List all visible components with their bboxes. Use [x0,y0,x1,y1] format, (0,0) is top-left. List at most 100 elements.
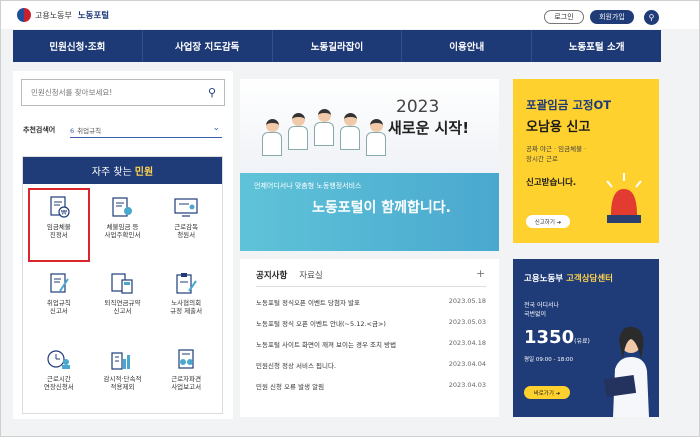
left-panel: 민원신청서를 찾아보세요! ⚲ 추천검색어 6 취업규칙 ⌄ 자주 찾는 민원 ₩… [13,71,233,419]
call-center-title: 고용노동부 고객상담센터 [524,272,613,284]
notice-date: 2023.05.18 [448,297,486,305]
promo-ot-desc: 공짜 야근 · 임금체불 · 장시간 근로 [526,145,586,165]
call-center-number: 1350(유료) [524,327,590,348]
service-labor-council-rules[interactable]: 노사협의회 규정 제출서 [154,263,218,339]
service-dispatch-report[interactable]: 근로자파견 사업보고서 [154,339,218,415]
banner-subtitle: 언제어디서나 맞춤형 노동행정서비스 [254,182,362,190]
phone-number: 1350 [524,327,575,348]
service-label: 근로감독 청원서 [174,223,199,240]
notice-title[interactable]: 노동포털 정식 오픈 이벤트 안내(~5.12.<금>) [256,318,386,339]
recommend-rank: 6 [70,127,75,135]
service-label: 노사협의회 규정 제출서 [170,299,203,316]
service-work-rules-report[interactable]: 취업규칙 신고서 [27,263,91,339]
nav-item-civil-petition[interactable]: 민원신청·조회 [13,30,143,62]
search-icon[interactable]: ⚲ [208,86,216,99]
call-center-title-highlight: 고객상담센터 [566,274,613,284]
document-coin-icon: ₩ [50,196,70,218]
service-label: 근로시간 연장신청서 [43,375,74,392]
notice-date: 2023.04.04 [448,360,486,368]
notice-row[interactable]: 민원 신청 오류 발생 알림 2023.04.03 [256,381,486,402]
search-placeholder: 민원신청서를 찾아보세요! [31,88,113,97]
service-label: 감시적·단속적 적용제외 [103,375,142,392]
service-employer-confirmation[interactable]: 체불임금 등 사업주확인서 [91,187,155,263]
staff-illustration [288,113,308,155]
nav-item-portal-intro[interactable]: 노동포털 소개 [532,30,661,62]
notice-date: 2023.04.03 [448,381,486,389]
call-center-desc2: 국번없이 [524,311,547,318]
call-center-desc: 전국 어디서나 국번없이 [524,301,559,319]
phone-number-suffix: (유료) [574,338,590,345]
pencil-document-icon [50,273,69,293]
frequent-services: 자주 찾는 민원 ₩ 임금체불 진정서 체불임금 등 사업주확인서 근로감독 청… [22,156,223,414]
frequent-title-highlight: 민원 [134,167,154,178]
notice-row[interactable]: 민원신청 정상 서비스 됩니다. 2023.04.04 [256,360,486,381]
go-to-button[interactable]: 바로가기 ➔ [524,386,570,399]
clock-person-icon [47,350,70,369]
nav-item-labor-guide[interactable]: 노동길라잡이 [273,30,403,62]
service-surveillance-exemption[interactable]: 감시적·단속적 적용제외 [91,339,155,415]
notice-title[interactable]: 노동포털 사이트 화면이 깨져 보이는 경우 조치 방법 [256,339,396,360]
service-label: 체불임금 등 사업주확인서 [104,223,141,240]
chevron-down-icon[interactable]: ⌄ [212,123,220,133]
page: 고용노동부 노동포털 로그인 회원가입 ⚲ 민원신청·조회 사업장 지도감독 노… [0,0,700,437]
notice-title[interactable]: 노동포털 정식오픈 이벤트 당첨자 발표 [256,297,360,318]
service-label: 근로자파견 사업보고서 [171,375,202,392]
clipboard-pen-icon [176,273,197,294]
service-overtime-extension[interactable]: 근로시간 연장신청서 [27,339,91,415]
call-center-hours: 평일 09:00 - 18:00 [524,357,574,363]
tab-notice[interactable]: 공지사항 [256,269,287,281]
recommend-label: 추천검색어 [23,126,56,134]
service-label: 임금체불 진정서 [46,223,71,240]
notice-row[interactable]: 노동포털 정식 오픈 이벤트 안내(~5.12.<금>) 2023.05.03 [256,318,486,339]
staff-illustration [262,119,282,161]
call-center-promo[interactable]: 고용노동부 고객상담센터 전국 어디서나 국번없이 1350(유료) 평일 09… [513,259,659,417]
siren-icon [606,173,642,223]
main-nav: 민원신청·조회 사업장 지도감독 노동길라잡이 이용안내 노동포털 소개 [13,30,661,62]
overtime-report-promo[interactable]: 포괄임금 고정OT 오남용 신고 공짜 야근 · 임금체불 · 장시간 근로 신… [513,79,659,243]
notice-date: 2023.05.03 [448,318,486,326]
call-center-title-prefix: 고용노동부 [524,274,564,284]
frequent-grid: ₩ 임금체불 진정서 체불임금 등 사업주확인서 근로감독 청원서 취업규칙 신… [23,184,222,418]
government-emblem-icon [17,8,31,22]
search-icon[interactable]: ⚲ [644,10,659,25]
monitor-icon [174,198,198,217]
recommend-keyword-select[interactable]: 6 취업규칙 ⌄ [70,123,222,138]
service-labor-inspection-petition[interactable]: 근로감독 청원서 [154,187,218,263]
promo-ot-desc2: 장시간 근로 [526,154,558,163]
calculator-document-icon [111,273,134,294]
service-wage-arrears[interactable]: ₩ 임금체불 진정서 [27,187,91,263]
notice-row[interactable]: 노동포털 사이트 화면이 깨져 보이는 경우 조치 방법 2023.04.18 [256,339,486,360]
people-document-icon [178,349,194,369]
notice-row[interactable]: 노동포털 정식오픈 이벤트 당첨자 발표 2023.05.18 [256,297,486,318]
promo-ot-line3: 신고받습니다. [526,178,577,188]
nav-item-workplace-inspection[interactable]: 사업장 지도감독 [143,30,273,62]
login-button[interactable]: 로그인 [544,10,584,24]
svg-text:₩: ₩ [61,210,67,217]
notice-title[interactable]: 민원 신청 오류 발생 알림 [256,381,324,402]
tab-archive[interactable]: 자료실 [299,269,322,281]
site-name: 노동포털 [77,11,110,21]
service-pension-rules-report[interactable]: 퇴직연금규약 신고서 [91,263,155,339]
recommend-keyword: 취업규칙 [77,127,102,135]
site-logo[interactable]: 고용노동부 노동포털 [17,8,109,22]
report-button[interactable]: 신고하기 ➔ [526,215,570,228]
call-agent-illustration [603,326,649,417]
staff-illustration [340,113,360,155]
top-bar: 고용노동부 노동포털 로그인 회원가입 ⚲ [1,1,699,29]
notice-board: 공지사항 자료실 + 노동포털 정식오픈 이벤트 당첨자 발표 2023.05.1… [240,259,499,417]
building-chart-icon [111,352,131,370]
nav-item-usage-guide[interactable]: 이용안내 [402,30,533,62]
staff-illustration [366,119,386,161]
service-label: 취업규칙 신고서 [46,299,71,316]
promo-ot-desc1: 공짜 야근 · 임금체불 · [526,145,587,153]
search-input[interactable]: 민원신청서를 찾아보세요! ⚲ [21,79,225,106]
more-plus-icon[interactable]: + [476,267,485,280]
join-button[interactable]: 회원가입 [590,10,634,24]
notice-list: 노동포털 정식오픈 이벤트 당첨자 발표 2023.05.18 노동포털 정식 오… [256,297,486,402]
main-banner[interactable]: 2023 새로운 시작! 언제어디서나 맞춤형 노동행정서비스 노동포털이 함께… [240,79,499,251]
staff-illustration [314,109,334,151]
notice-title[interactable]: 민원신청 정상 서비스 됩니다. [256,360,336,381]
notice-tabs: 공지사항 자료실 [256,269,323,281]
org-name: 고용노동부 [35,10,72,20]
call-center-desc1: 전국 어디서나 [524,302,560,309]
